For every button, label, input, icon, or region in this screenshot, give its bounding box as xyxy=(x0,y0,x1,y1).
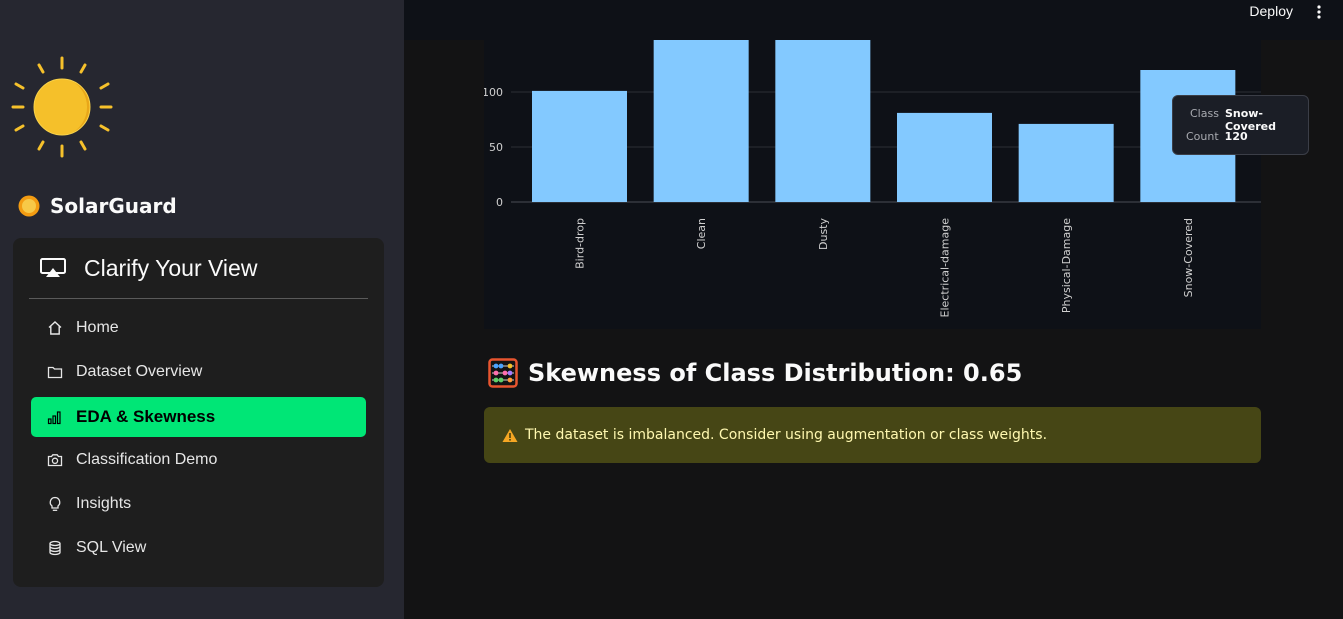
database-icon xyxy=(49,540,61,556)
skewness-heading-text: Skewness of Class Distribution: 0.65 xyxy=(528,359,1023,387)
sidebar-item-label: EDA & Skewness xyxy=(76,407,216,426)
sidebar-item-classification-demo[interactable]: Classification Demo xyxy=(31,440,366,480)
sidebar-item-eda-skewness[interactable]: EDA & Skewness xyxy=(31,397,366,437)
x-tick-label: Bird-drop xyxy=(574,218,587,269)
bar xyxy=(1018,123,1114,202)
x-tick-label: Dusty xyxy=(817,218,830,250)
x-tick-label: Physical-Damage xyxy=(1060,218,1073,313)
top-bar: Deploy xyxy=(404,0,1343,40)
sidebar-item-sql-view[interactable]: SQL View xyxy=(31,528,366,568)
bar-chart-icon xyxy=(47,411,61,425)
bar xyxy=(653,40,749,202)
folder-icon xyxy=(47,366,63,379)
bar xyxy=(775,40,871,202)
nav-header: Clarify Your View xyxy=(29,238,368,299)
bar-chart-svg: 0 50 100 Bird-drop Clean Dusty Electrical-dama… xyxy=(484,40,1261,318)
bar xyxy=(532,90,627,202)
brand-name: SolarGuard xyxy=(50,194,177,218)
sun-logo-icon xyxy=(11,56,113,158)
lightbulb-icon xyxy=(49,496,61,511)
x-tick-label: Snow-Covered xyxy=(1182,218,1195,297)
alert-text: The dataset is imbalanced. Consider usin… xyxy=(525,427,1048,443)
bar-chart: 0 50 100 Bird-drop Clean Dusty Electrical-dama… xyxy=(484,40,1261,329)
y-tick-label: 0 xyxy=(496,196,503,209)
warning-icon xyxy=(502,428,518,442)
sidebar-item-home[interactable]: Home xyxy=(31,308,366,348)
bar xyxy=(897,112,992,202)
chart-tooltip: Class Snow-Covered Count 120 xyxy=(1172,95,1309,155)
tooltip-count-label: Count xyxy=(1186,130,1219,143)
sidebar-item-label: SQL View xyxy=(76,539,147,556)
sidebar-item-insights[interactable]: Insights xyxy=(31,484,366,524)
sidebar-item-label: Insights xyxy=(76,495,132,512)
more-options-icon[interactable] xyxy=(1315,4,1323,20)
sidebar-item-label: Home xyxy=(76,319,119,336)
tooltip-count-value: 120 xyxy=(1224,130,1248,143)
y-tick-label: 50 xyxy=(489,141,503,154)
camera-icon xyxy=(47,454,63,467)
airplay-icon xyxy=(40,258,66,277)
sidebar-item-label: Dataset Overview xyxy=(76,363,203,380)
nav-panel: Clarify Your View Home Dataset Overview … xyxy=(13,238,384,587)
abacus-icon xyxy=(488,358,518,388)
warning-alert: The dataset is imbalanced. Consider usin… xyxy=(484,407,1261,463)
nav-title: Clarify Your View xyxy=(84,254,258,281)
skewness-heading: Skewness of Class Distribution: 0.65 xyxy=(488,358,1022,388)
home-icon xyxy=(48,321,62,335)
x-tick-label: Electrical-damage xyxy=(939,218,952,318)
sidebar-item-label: Classification Demo xyxy=(76,451,218,468)
brand: SolarGuard xyxy=(17,194,177,218)
sun-emoji-icon xyxy=(18,195,40,217)
y-tick-label: 100 xyxy=(484,86,503,99)
sidebar: SolarGuard Clarify Your View Home Datase… xyxy=(0,0,404,619)
deploy-button[interactable]: Deploy xyxy=(1249,3,1293,19)
sidebar-item-dataset-overview[interactable]: Dataset Overview xyxy=(31,352,366,392)
x-tick-label: Clean xyxy=(695,218,708,249)
